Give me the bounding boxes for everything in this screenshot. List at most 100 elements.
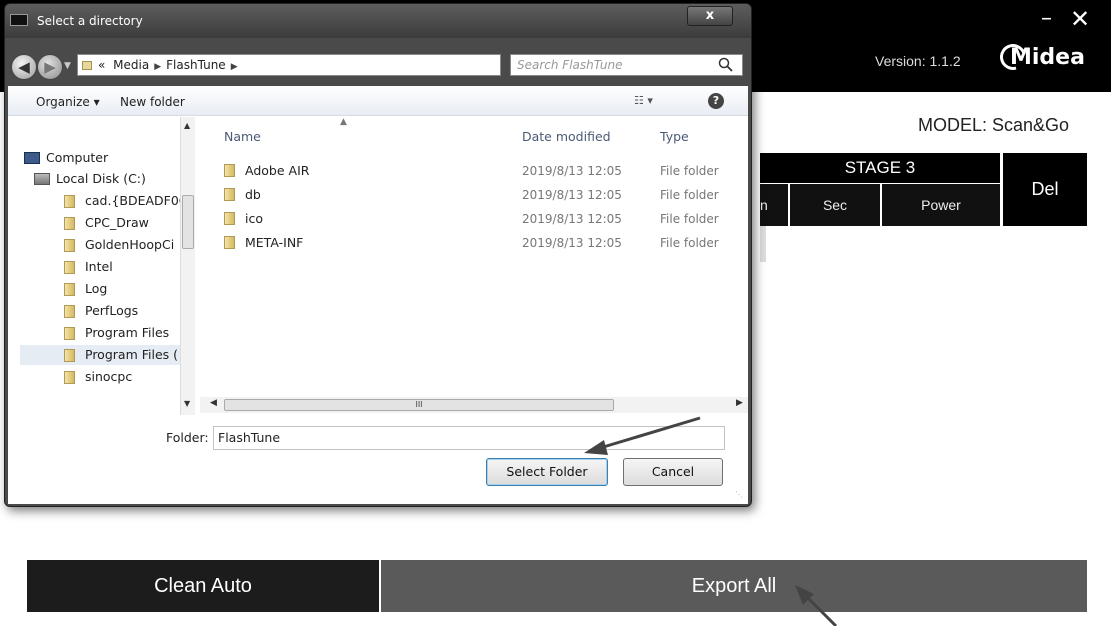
address-bar[interactable]: « Media▶FlashTune▶ ▼ ↺: [77, 54, 570, 76]
model-label: MODEL: Scan&Go: [918, 115, 1070, 135]
file-date: 2019/8/13 12:05: [522, 164, 622, 178]
scrollbar-thumb[interactable]: III: [224, 399, 614, 411]
file-row[interactable]: db 2019/8/13 12:05 File folder: [200, 183, 740, 207]
power-column-header: Power: [882, 184, 1000, 226]
scroll-down-icon[interactable]: ▼: [184, 399, 190, 408]
tree-item-folder[interactable]: cad.{BDEADF0C: [64, 191, 180, 211]
file-type: File folder: [660, 164, 719, 178]
file-row[interactable]: ico 2019/8/13 12:05 File folder: [200, 207, 740, 231]
close-icon[interactable]: ✕: [1070, 7, 1090, 31]
scroll-left-icon[interactable]: ◀: [210, 398, 217, 408]
tree-item-label: Log: [85, 281, 108, 296]
select-folder-button[interactable]: Select Folder: [486, 458, 608, 486]
dialog-title: Select a directory: [37, 14, 143, 28]
column-header-name[interactable]: Name: [224, 129, 261, 144]
cancel-button[interactable]: Cancel: [623, 458, 723, 486]
file-type: File folder: [660, 188, 719, 202]
sort-up-icon: ▲: [340, 117, 347, 127]
column-header-date[interactable]: Date modified: [522, 129, 611, 144]
folder-icon: [82, 61, 92, 70]
breadcrumb-separator-icon[interactable]: ▶: [231, 62, 238, 72]
folder-icon: [64, 348, 75, 362]
file-date: 2019/8/13 12:05: [522, 188, 622, 202]
file-name: META-INF: [245, 235, 304, 250]
folder-icon: [64, 282, 75, 296]
minimize-icon[interactable]: –: [1041, 8, 1052, 30]
column-header-type[interactable]: Type: [660, 129, 689, 144]
export-all-button[interactable]: Export All: [381, 560, 1087, 612]
dialog-title-bar[interactable]: Select a directory x: [5, 4, 751, 38]
folder-icon: [64, 194, 75, 208]
stage3-header: STAGE 3: [760, 153, 1000, 183]
tree-item-folder-selected[interactable]: Program Files (: [20, 345, 180, 365]
dialog-close-button[interactable]: x: [687, 6, 733, 26]
scroll-right-icon[interactable]: ▶: [736, 398, 743, 408]
folder-icon: [64, 260, 75, 274]
disk-icon: [34, 173, 50, 185]
tree-item-label: PerfLogs: [85, 303, 139, 318]
folder-icon: [64, 216, 75, 230]
clean-auto-button[interactable]: Clean Auto: [27, 560, 379, 612]
breadcrumb-overflow[interactable]: «: [98, 58, 105, 72]
view-options-icon[interactable]: ☷ ▾: [634, 94, 653, 107]
file-type: File folder: [660, 236, 719, 250]
tree-item-label: Computer: [46, 150, 109, 165]
file-name: Adobe AIR: [245, 163, 310, 178]
tree-item-label: cad.{BDEADF0C: [85, 193, 180, 208]
folder-icon: [224, 164, 235, 177]
new-folder-button[interactable]: New folder: [120, 95, 185, 109]
folder-icon: [224, 212, 235, 225]
file-date: 2019/8/13 12:05: [522, 236, 622, 250]
folder-name-field[interactable]: FlashTune: [213, 426, 725, 450]
folder-icon: [64, 238, 75, 252]
computer-icon: [24, 152, 40, 164]
resize-grip-icon[interactable]: ⋱: [735, 490, 743, 499]
file-type: File folder: [660, 212, 719, 226]
file-name: db: [245, 187, 261, 202]
breadcrumb-media[interactable]: Media: [113, 58, 149, 72]
tree-item-computer[interactable]: Computer: [24, 148, 180, 168]
tree-item-label: CPC_Draw: [85, 215, 149, 230]
tree-item-label: sinocpc: [85, 369, 133, 384]
folder-icon: [64, 370, 75, 384]
scrollbar-thumb[interactable]: [182, 195, 194, 249]
tree-item-folder[interactable]: Log: [64, 279, 180, 299]
del-button[interactable]: Del: [1003, 153, 1087, 226]
file-row[interactable]: Adobe AIR 2019/8/13 12:05 File folder: [200, 159, 740, 183]
folder-icon: [64, 304, 75, 318]
tree-item-folder[interactable]: CPC_Draw: [64, 213, 180, 233]
tree-item-folder[interactable]: GoldenHoopCi: [64, 235, 180, 255]
tree-item-label: Intel: [85, 259, 113, 274]
folder-icon: [224, 188, 235, 201]
scroll-up-icon[interactable]: ▲: [184, 121, 190, 130]
recent-locations-chevron-icon[interactable]: ▼: [64, 61, 71, 71]
breadcrumb-separator-icon[interactable]: ▶: [154, 62, 161, 72]
tree-item-folder[interactable]: PerfLogs: [64, 301, 180, 321]
forward-arrow-icon[interactable]: ▶: [37, 54, 63, 80]
navigation-bar: ◀ ▶ ▼ « Media▶FlashTune▶ ▼ ↺ Search Flas…: [5, 42, 751, 80]
tree-item-local-disk[interactable]: Local Disk (C:): [34, 169, 180, 189]
file-name: ico: [245, 211, 263, 226]
file-date: 2019/8/13 12:05: [522, 212, 622, 226]
breadcrumb-flashtune[interactable]: FlashTune: [166, 58, 226, 72]
tree-item-folder[interactable]: Intel: [64, 257, 180, 277]
tree-item-label: GoldenHoopCi: [85, 237, 175, 252]
back-arrow-icon[interactable]: ◀: [11, 54, 37, 80]
search-icon[interactable]: [717, 56, 735, 74]
tree-vertical-scrollbar[interactable]: ▲ ▼: [180, 117, 195, 415]
midea-logo: Midea: [995, 39, 1085, 75]
sec-column-header: Sec: [790, 184, 880, 226]
stage-column-partial: n: [760, 184, 788, 226]
folder-label: Folder:: [166, 430, 209, 445]
table-cell: [760, 226, 766, 262]
file-row[interactable]: META-INF 2019/8/13 12:05 File folder: [200, 231, 740, 255]
search-input[interactable]: Search FlashTune: [510, 54, 743, 76]
file-list-pane: Name ▲ Date modified Type Adobe AIR 2019…: [200, 117, 748, 415]
version-label: Version: 1.1.2: [875, 53, 961, 69]
tree-item-folder[interactable]: Program Files: [64, 323, 180, 343]
help-icon[interactable]: ?: [708, 93, 724, 109]
organize-menu[interactable]: Organize ▾: [36, 95, 100, 109]
tree-item-folder[interactable]: sinocpc: [64, 367, 180, 387]
dialog-toolbar: Organize ▾ New folder ☷ ▾ ?: [8, 86, 748, 116]
file-horizontal-scrollbar[interactable]: ◀ III ▶: [200, 397, 748, 413]
